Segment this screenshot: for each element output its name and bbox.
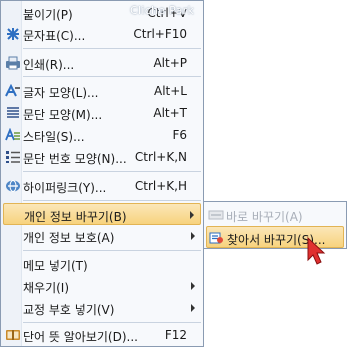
context-menu: 붙이기(P) Ctrl+V 문자표(C)... Ctrl+F10 인쇄(R)..… (0, 0, 204, 347)
menu-item-label: 메모 넣기(T) (23, 259, 88, 273)
style-icon (5, 127, 21, 143)
submenu-item-replace-now[interactable]: 바로 바꾸기(A) (206, 204, 344, 226)
menu-item-fill[interactable]: 채우기(I) (3, 275, 201, 297)
submenu-item-label: 바로 바꾸기(A) (226, 210, 303, 224)
menu-item-label: 채우기(I) (23, 281, 70, 295)
mouse-cursor-icon (307, 236, 326, 265)
hyperlink-icon (5, 178, 21, 194)
menu-item-hyperlink[interactable]: 하이퍼링크(Y)... Ctrl+K,H (3, 175, 201, 197)
menu-item-label: 문자표(C)... (23, 29, 86, 43)
menu-item-label: 인쇄(R)... (23, 58, 75, 72)
menu-item-insert-memo[interactable]: 메모 넣기(T) (3, 253, 201, 275)
menu-item-shortcut: Alt+L (154, 84, 187, 98)
menu-item-shortcut: F6 (172, 128, 187, 142)
menu-separator (23, 250, 201, 251)
menu-item-label: 붙이기(P) (23, 8, 73, 22)
menu-item-label: 개인 정보 바꾸기(B) (24, 210, 127, 224)
paragraph-number-icon (5, 149, 21, 165)
menu-item-style[interactable]: 스타일(S)... F6 (3, 124, 201, 146)
menu-item-label: 교정 부호 넣기(V) (23, 303, 115, 317)
menu-item-shortcut: Ctrl+F10 (133, 27, 187, 41)
submenu-arrow-icon (190, 211, 194, 219)
menu-item-label: 문단 모양(M)... (23, 108, 103, 122)
menu-item-label: 개인 정보 보호(A) (23, 231, 115, 245)
menu-item-shortcut: Ctrl+K,H (134, 179, 187, 193)
menu-item-label: 문단 번호 모양(N)... (23, 152, 127, 166)
menu-item-word-lookup[interactable]: 단어 뜻 알아보기(D)... F12 (3, 324, 201, 346)
find-replace-icon (209, 230, 225, 246)
menu-item-label: 하이퍼링크(Y)... (23, 181, 107, 195)
menu-separator (23, 76, 201, 77)
menu-item-shortcut: F12 (164, 328, 187, 342)
menu-item-print[interactable]: 인쇄(R)... Alt+P (3, 52, 201, 74)
replace-now-icon (208, 207, 224, 223)
menu-item-character-map[interactable]: 문자표(C)... Ctrl+F10 (3, 23, 201, 45)
menu-item-char-shape[interactable]: 글자 모양(L)... Alt+L (3, 80, 201, 102)
menu-item-label: 단어 뜻 알아보기(D)... (23, 330, 138, 344)
char-shape-icon (5, 83, 21, 99)
menu-separator (23, 322, 201, 323)
submenu-arrow-icon (191, 282, 195, 290)
menu-item-paragraph-numbering[interactable]: 문단 번호 모양(N)... Ctrl+K,N (3, 146, 201, 168)
print-icon (5, 55, 21, 71)
menu-item-protect-personal-info[interactable]: 개인 정보 보호(A) (3, 225, 201, 247)
menu-item-shortcut: Alt+P (153, 56, 187, 70)
menu-item-label: 글자 모양(L)... (23, 86, 99, 100)
menu-separator (23, 48, 201, 49)
submenu-arrow-icon (191, 232, 195, 240)
menu-separator (23, 200, 201, 201)
menu-item-change-personal-info[interactable]: 개인 정보 바꾸기(B) (3, 203, 201, 225)
watermark-text: Cliche Park (130, 4, 195, 17)
paragraph-shape-icon (5, 105, 21, 121)
dictionary-icon (5, 327, 21, 343)
menu-item-label: 스타일(S)... (23, 130, 85, 144)
menu-item-shortcut: Ctrl+K,N (134, 150, 187, 164)
menu-item-proofreading-marks[interactable]: 교정 부호 넣기(V) (3, 297, 201, 319)
menu-item-shortcut: Alt+T (153, 106, 187, 120)
submenu-arrow-icon (191, 304, 195, 312)
menu-item-paragraph-shape[interactable]: 문단 모양(M)... Alt+T (3, 102, 201, 124)
menu-separator (23, 171, 201, 172)
character-map-icon (5, 26, 21, 42)
